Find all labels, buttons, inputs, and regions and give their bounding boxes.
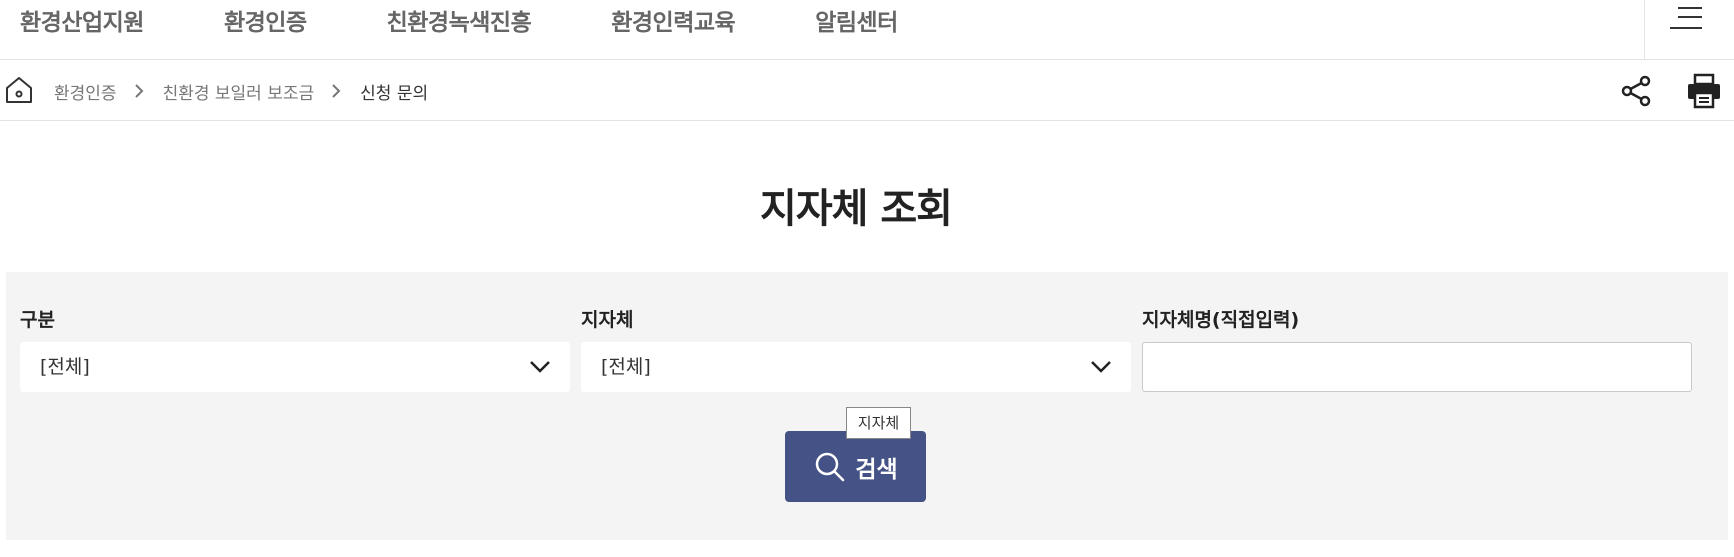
nav-item-env-education[interactable]: 환경인력교육 [611, 3, 735, 37]
page-title: 지자체 조회 [760, 186, 953, 232]
breadcrumb-item-boiler-subsidy[interactable]: 친환경 보일러 보조금 [163, 79, 315, 104]
municipality-select-value: [전체] [601, 356, 651, 378]
chevron-down-icon [530, 361, 550, 373]
municipality-name-field: 지자체명(직접입력) [1142, 308, 1692, 392]
municipality-label: 지자체 [581, 309, 634, 331]
chevron-down-icon [1091, 361, 1111, 373]
breadcrumb: 환경인증 친환경 보일러 보조금 신청 문의 [54, 61, 428, 121]
print-icon[interactable] [1686, 73, 1722, 109]
nav-item-env-industry[interactable]: 환경산업지원 [20, 3, 144, 37]
municipality-select[interactable]: [전체] [581, 342, 1131, 392]
nav-divider [1644, 0, 1645, 60]
nav-item-notice-center[interactable]: 알림센터 [815, 3, 898, 37]
municipality-name-input[interactable] [1142, 342, 1692, 392]
chevron-right-icon [332, 84, 341, 98]
municipality-field: 지자체 [전체] [581, 308, 1131, 392]
nav-item-green-promotion[interactable]: 친환경녹색진흥 [387, 3, 532, 37]
search-button[interactable]: 검색 [785, 431, 926, 502]
tooltip: 지자체 [846, 407, 911, 439]
chevron-right-icon [134, 84, 143, 98]
category-field: 구분 [전체] [20, 308, 570, 392]
category-label: 구분 [20, 309, 55, 331]
category-select[interactable]: [전체] [20, 342, 570, 392]
breadcrumb-item-current: 신청 문의 [360, 83, 429, 104]
category-select-value: [전체] [40, 356, 90, 378]
main-menu: 환경산업지원 환경인증 친환경녹색진흥 환경인력교육 알림센터 [20, 0, 978, 40]
municipality-name-label: 지자체명(직접입력) [1142, 309, 1300, 331]
share-icon[interactable] [1620, 75, 1652, 107]
search-button-label: 검색 [855, 456, 898, 483]
search-panel: 구분 [전체] 지자체 [전체] 지자체명(직접입력) 검색 지자체 [6, 272, 1728, 540]
search-icon [816, 452, 845, 481]
breadcrumb-bar: 환경인증 친환경 보일러 보조금 신청 문의 [0, 61, 1734, 121]
nav-item-env-certification[interactable]: 환경인증 [224, 3, 307, 37]
hamburger-menu-icon[interactable] [1668, 4, 1704, 32]
top-navigation: 환경산업지원 환경인증 친환경녹색진흥 환경인력교육 알림센터 [0, 0, 1734, 60]
home-icon[interactable] [4, 75, 34, 105]
breadcrumb-item-certification[interactable]: 환경인증 [54, 79, 117, 104]
